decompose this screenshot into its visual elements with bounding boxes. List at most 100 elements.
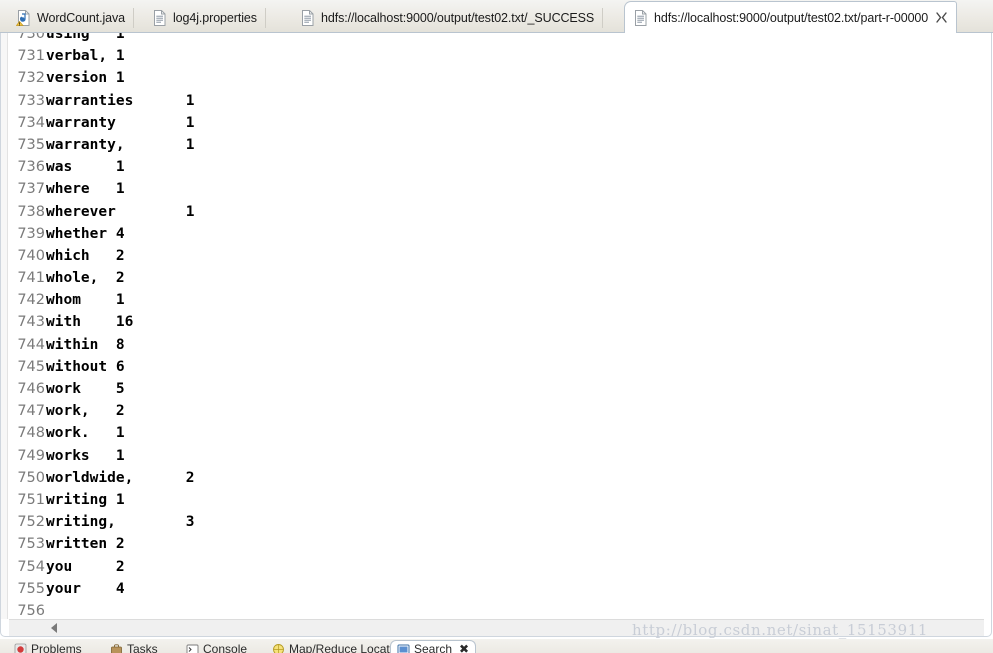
editor-tab-log4j-properties[interactable]: log4j.properties <box>144 2 266 33</box>
editor-tab-part-r-00000[interactable]: hdfs://localhost:9000/output/test02.txt/… <box>624 1 958 33</box>
editor-line[interactable]: 745 without 6 <box>9 356 993 378</box>
line-number: 730 <box>17 33 45 42</box>
line-number: 732 <box>17 70 45 87</box>
line-number: 749 <box>17 447 45 464</box>
line-text: work. 1 <box>46 425 125 442</box>
editor-tab-label: log4j.properties <box>173 10 257 25</box>
editor-line[interactable]: 737 where 1 <box>9 178 993 200</box>
search-icon <box>397 643 410 653</box>
line-number: 739 <box>17 225 45 242</box>
editor-line[interactable]: 741 whole, 2 <box>9 267 993 289</box>
editor-line[interactable]: 746 work 5 <box>9 378 993 400</box>
line-number: 744 <box>17 336 45 353</box>
line-number: 746 <box>17 381 45 397</box>
line-text: where 1 <box>46 181 125 198</box>
bottom-tab-label: Console <box>203 642 248 653</box>
editor-marker-bar[interactable] <box>0 33 8 619</box>
line-number: 756 <box>17 602 45 619</box>
editor-line[interactable]: 733 warranties 1 <box>9 90 993 112</box>
editor-tab-label: hdfs://localhost:9000/output/test02.txt/… <box>321 10 595 25</box>
editor-line[interactable]: 743 with 16 <box>9 311 993 333</box>
line-text: work, 2 <box>46 403 125 420</box>
line-text: without 6 <box>46 358 125 375</box>
editor-tab-label: WordCount.java <box>37 10 125 25</box>
line-number: 737 <box>17 181 45 198</box>
console-icon <box>186 643 199 653</box>
scroll-left-arrow-icon[interactable] <box>51 623 57 633</box>
line-text: which 2 <box>46 247 125 264</box>
editor-line[interactable]: 742 whom 1 <box>9 289 993 311</box>
editor-line[interactable]: 732 version 1 <box>9 67 993 89</box>
editor-line[interactable]: 734 warranty 1 <box>9 112 993 134</box>
line-text: within 8 <box>46 336 125 353</box>
editor-line[interactable]: 753 written 2 <box>9 533 993 555</box>
editor-line[interactable]: 755 your 4 <box>9 578 993 600</box>
line-text: your 4 <box>46 580 125 597</box>
editor-code-area[interactable]: 730 using 1 731 verbal, 1 732 version 1 … <box>9 33 993 619</box>
editor-line[interactable]: 749 works 1 <box>9 445 993 467</box>
line-text: with 16 <box>46 314 134 331</box>
bottom-tab-search[interactable]: Search ✖ <box>390 640 477 653</box>
line-number: 755 <box>17 580 45 597</box>
bottom-tab-label: Search <box>414 642 453 653</box>
editor-line[interactable]: 730 using 1 <box>9 33 993 45</box>
line-text: work 5 <box>46 381 125 397</box>
line-text: using 1 <box>46 33 125 42</box>
line-text: was 1 <box>46 159 125 176</box>
line-number: 752 <box>17 514 45 531</box>
editor-line[interactable]: 747 work, 2 <box>9 400 993 422</box>
eclipse-editor-window: WordCount.java log4j.properties hdfs://l… <box>0 0 993 653</box>
editor-line[interactable]: 748 work. 1 <box>9 422 993 444</box>
bottom-view-tab-bar: Problems Tasks Console Map/Reduce Locati… <box>0 639 993 653</box>
close-icon[interactable] <box>936 12 947 23</box>
line-text: whom 1 <box>46 292 125 309</box>
bottom-tab-problems[interactable]: Problems <box>14 642 82 653</box>
editor-line[interactable]: 735 warranty, 1 <box>9 134 993 156</box>
close-icon[interactable]: ✖ <box>459 642 469 653</box>
java-file-warning-icon <box>16 9 31 26</box>
bottom-tab-console[interactable]: Console <box>186 642 247 653</box>
editor-tab-success[interactable]: hdfs://localhost:9000/output/test02.txt/… <box>292 2 604 33</box>
line-text: worldwide, 2 <box>46 469 195 486</box>
editor-line[interactable]: 738 wherever 1 <box>9 201 993 223</box>
line-number: 734 <box>17 114 45 131</box>
editor-tab-bar: WordCount.java log4j.properties hdfs://l… <box>0 0 993 33</box>
line-number: 742 <box>17 292 45 309</box>
line-number: 748 <box>17 425 45 442</box>
line-number: 740 <box>17 247 45 264</box>
line-number: 750 <box>17 469 45 486</box>
text-file-icon <box>300 9 315 26</box>
editor-line[interactable]: 736 was 1 <box>9 156 993 178</box>
line-number: 743 <box>17 314 45 331</box>
line-text: wherever 1 <box>46 203 195 220</box>
line-text: works 1 <box>46 447 125 464</box>
line-number: 754 <box>17 558 45 575</box>
editor-line[interactable]: 752 writing, 3 <box>9 511 993 533</box>
editor-line[interactable]: 756 <box>9 600 993 619</box>
line-number: 747 <box>17 403 45 420</box>
line-text: writing, 3 <box>46 514 195 531</box>
line-number: 731 <box>17 48 45 65</box>
line-number: 745 <box>17 358 45 375</box>
tasks-icon <box>110 643 123 653</box>
bottom-tab-label: Tasks <box>127 642 158 653</box>
editor-line[interactable]: 731 verbal, 1 <box>9 45 993 67</box>
text-editor-area[interactable]: 730 using 1 731 verbal, 1 732 version 1 … <box>0 33 993 619</box>
line-number: 736 <box>17 159 45 176</box>
watermark-url: http://blog.csdn.net/sinat_15153911 <box>632 621 929 639</box>
line-text: you 2 <box>46 558 125 575</box>
line-text: warranty 1 <box>46 114 195 131</box>
line-text: warranty, 1 <box>46 136 195 153</box>
bottom-tab-tasks[interactable]: Tasks <box>110 642 158 653</box>
editor-line[interactable]: 744 within 8 <box>9 334 993 356</box>
mapreduce-icon <box>272 643 285 653</box>
editor-line[interactable]: 751 writing 1 <box>9 489 993 511</box>
line-number: 741 <box>17 270 45 287</box>
text-file-icon <box>633 9 648 26</box>
editor-tab-wordcount-java[interactable]: WordCount.java <box>8 2 134 33</box>
line-text: warranties 1 <box>46 92 195 109</box>
editor-line[interactable]: 754 you 2 <box>9 556 993 578</box>
editor-line[interactable]: 750 worldwide, 2 <box>9 467 993 489</box>
editor-line[interactable]: 739 whether 4 <box>9 223 993 245</box>
editor-line[interactable]: 740 which 2 <box>9 245 993 267</box>
